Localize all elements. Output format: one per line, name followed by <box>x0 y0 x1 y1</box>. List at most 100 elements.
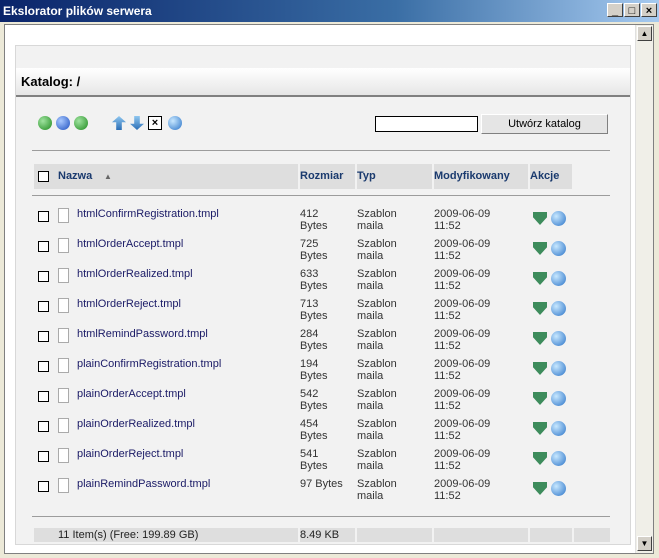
view-icon[interactable] <box>551 421 566 436</box>
edit-icon[interactable] <box>533 242 547 255</box>
edit-icon[interactable] <box>533 422 547 435</box>
home-icon[interactable] <box>56 116 70 130</box>
edit-icon[interactable] <box>533 302 547 315</box>
file-date: 2009-06-09 11:52 <box>434 298 491 322</box>
file-date: 2009-06-09 11:52 <box>434 418 491 442</box>
header-separator <box>32 195 610 196</box>
table-row[interactable]: plainOrderRealized.tmpl 454 Bytes Szablo… <box>16 416 630 446</box>
vertical-scrollbar[interactable]: ▲ ▼ <box>635 25 653 553</box>
edit-icon[interactable] <box>533 272 547 285</box>
column-size-label: Rozmiar <box>300 170 344 182</box>
upload-icon[interactable] <box>112 116 126 130</box>
download-icon[interactable] <box>130 116 144 130</box>
file-date: 2009-06-09 11:52 <box>434 448 491 472</box>
file-icon <box>58 478 69 493</box>
edit-icon[interactable] <box>533 362 547 375</box>
table-row[interactable]: plainConfirmRegistration.tmpl 194 Bytes … <box>16 356 630 386</box>
up-folder-icon[interactable] <box>38 116 52 130</box>
column-header-actions: Akcje <box>530 164 572 189</box>
row-checkbox[interactable] <box>38 301 49 312</box>
file-name-link[interactable]: htmlOrderReject.tmpl <box>77 298 181 310</box>
close-button[interactable]: × <box>641 3 657 17</box>
view-icon[interactable] <box>551 271 566 286</box>
file-size: 97 Bytes <box>300 478 343 490</box>
view-icon[interactable] <box>551 331 566 346</box>
row-checkbox[interactable] <box>38 271 49 282</box>
file-name-link[interactable]: plainOrderRealized.tmpl <box>77 418 195 430</box>
file-name-link[interactable]: plainRemindPassword.tmpl <box>77 478 210 490</box>
directory-label: Katalog: / <box>21 74 81 89</box>
file-icon <box>58 358 69 373</box>
file-size: 194 Bytes <box>300 358 328 382</box>
row-checkbox[interactable] <box>38 331 49 342</box>
window-client: Katalog: / × Utwórz katalog Nazwa ▲ Rozm… <box>4 24 654 554</box>
file-icon <box>58 298 69 313</box>
edit-icon[interactable] <box>533 392 547 405</box>
table-row[interactable]: plainOrderReject.tmpl 541 Bytes Szablon … <box>16 446 630 476</box>
file-date: 2009-06-09 11:52 <box>434 388 491 412</box>
column-header-modified[interactable]: Modyfikowany <box>434 164 528 189</box>
edit-icon[interactable] <box>533 482 547 495</box>
row-checkbox[interactable] <box>38 421 49 432</box>
table-row[interactable]: plainRemindPassword.tmpl 97 Bytes Szablo… <box>16 476 630 506</box>
table-row[interactable]: htmlOrderAccept.tmpl 725 Bytes Szablon m… <box>16 236 630 266</box>
file-name-link[interactable]: htmlOrderAccept.tmpl <box>77 238 183 250</box>
column-actions-label: Akcje <box>530 170 560 182</box>
file-type: Szablon maila <box>357 238 397 262</box>
footer-cell <box>434 528 528 542</box>
file-icon <box>58 418 69 433</box>
delete-icon[interactable]: × <box>148 116 162 130</box>
view-icon[interactable] <box>551 481 566 496</box>
file-type: Szablon maila <box>357 388 397 412</box>
row-checkbox[interactable] <box>38 361 49 372</box>
new-folder-input[interactable] <box>375 116 478 132</box>
select-all-checkbox[interactable] <box>38 171 49 182</box>
file-name-link[interactable]: htmlConfirmRegistration.tmpl <box>77 208 219 220</box>
file-name-link[interactable]: htmlOrderRealized.tmpl <box>77 268 193 280</box>
web-icon[interactable] <box>168 116 182 130</box>
view-icon[interactable] <box>551 241 566 256</box>
file-name-link[interactable]: plainConfirmRegistration.tmpl <box>77 358 221 370</box>
row-checkbox[interactable] <box>38 481 49 492</box>
file-size: 454 Bytes <box>300 418 328 442</box>
row-checkbox[interactable] <box>38 211 49 222</box>
row-checkbox[interactable] <box>38 451 49 462</box>
file-icon <box>58 388 69 403</box>
edit-icon[interactable] <box>533 212 547 225</box>
scroll-up-button[interactable]: ▲ <box>637 26 652 41</box>
create-folder-button[interactable]: Utwórz katalog <box>481 114 608 134</box>
file-date: 2009-06-09 11:52 <box>434 208 491 232</box>
column-modified-label: Modyfikowany <box>434 170 510 182</box>
file-type: Szablon maila <box>357 478 397 502</box>
column-header-type[interactable]: Typ <box>357 164 432 189</box>
view-icon[interactable] <box>551 361 566 376</box>
maximize-button[interactable]: □ <box>624 3 640 17</box>
view-icon[interactable] <box>551 211 566 226</box>
footer-cell <box>574 528 610 542</box>
edit-icon[interactable] <box>533 452 547 465</box>
column-header-name[interactable]: Nazwa ▲ <box>34 164 298 189</box>
view-icon[interactable] <box>551 391 566 406</box>
footer-items: 11 Item(s) (Free: 199.89 GB) <box>34 528 298 542</box>
file-date: 2009-06-09 11:52 <box>434 358 491 382</box>
row-checkbox[interactable] <box>38 391 49 402</box>
table-row[interactable]: htmlOrderReject.tmpl 713 Bytes Szablon m… <box>16 296 630 326</box>
file-name-link[interactable]: plainOrderReject.tmpl <box>77 448 183 460</box>
table-row[interactable]: htmlOrderRealized.tmpl 633 Bytes Szablon… <box>16 266 630 296</box>
edit-icon[interactable] <box>533 332 547 345</box>
view-icon[interactable] <box>551 301 566 316</box>
file-size: 412 Bytes <box>300 208 328 232</box>
table-row[interactable]: plainOrderAccept.tmpl 542 Bytes Szablon … <box>16 386 630 416</box>
refresh-icon[interactable] <box>74 116 88 130</box>
table-row[interactable]: htmlConfirmRegistration.tmpl 412 Bytes S… <box>16 206 630 236</box>
file-name-link[interactable]: htmlRemindPassword.tmpl <box>77 328 208 340</box>
view-icon[interactable] <box>551 451 566 466</box>
table-row[interactable]: htmlRemindPassword.tmpl 284 Bytes Szablo… <box>16 326 630 356</box>
minimize-button[interactable]: _ <box>607 3 623 17</box>
scroll-down-button[interactable]: ▼ <box>637 536 652 551</box>
file-icon <box>58 238 69 253</box>
row-checkbox[interactable] <box>38 241 49 252</box>
column-header-size[interactable]: Rozmiar <box>300 164 355 189</box>
directory-header: Katalog: / <box>16 68 630 97</box>
file-name-link[interactable]: plainOrderAccept.tmpl <box>77 388 186 400</box>
